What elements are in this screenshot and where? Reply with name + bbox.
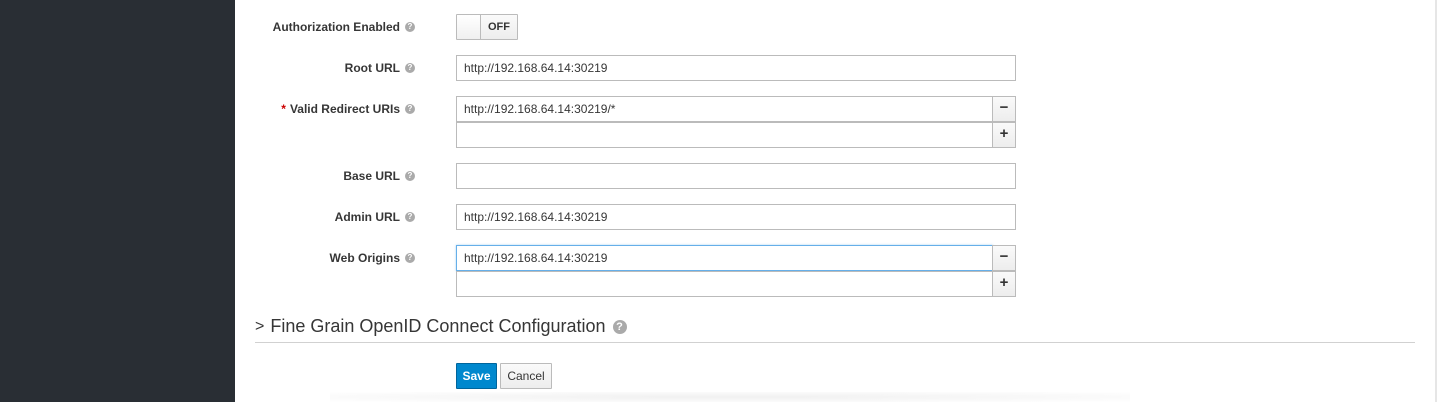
question-circle-icon[interactable]: ? (405, 212, 415, 222)
section-divider (255, 342, 1415, 343)
web-origins-label: Web Origins (329, 251, 400, 265)
redirect-uris-row-2: + (235, 122, 1435, 148)
question-circle-icon[interactable]: ? (405, 22, 415, 32)
cancel-button[interactable]: Cancel (500, 363, 552, 389)
remove-web-origin-button[interactable]: − (992, 245, 1016, 271)
authorization-label-wrap: Authorization Enabled ? (273, 20, 415, 34)
authorization-toggle[interactable]: OFF (456, 14, 518, 40)
admin-url-input[interactable]: http://192.168.64.14:30219 (456, 204, 1016, 230)
authorization-label: Authorization Enabled (272, 20, 400, 34)
base-url-label-wrap: Base URL ? (343, 169, 415, 183)
question-circle-icon[interactable]: ? (405, 104, 415, 114)
base-url-input[interactable] (456, 163, 1016, 189)
root-url-label: Root URL (344, 61, 400, 75)
admin-url-label-wrap: Admin URL ? (335, 210, 415, 224)
question-circle-icon[interactable]: ? (405, 63, 415, 73)
question-circle-icon[interactable]: ? (612, 319, 627, 334)
save-button[interactable]: Save (456, 363, 497, 389)
authorization-row: Authorization Enabled ? OFF (235, 14, 1435, 40)
chevron-right-icon[interactable]: > (255, 318, 264, 336)
add-redirect-uri-button[interactable]: + (992, 122, 1016, 148)
redirect-uris-label: Valid Redirect URIs (289, 102, 400, 116)
redirect-uris-row: * Valid Redirect URIs ? http://192.168.6… (235, 96, 1435, 122)
fine-grain-section-header[interactable]: > Fine Grain OpenID Connect Configuratio… (255, 316, 627, 337)
web-origin-input-2[interactable] (456, 271, 993, 297)
web-origins-row-2: + (235, 271, 1435, 297)
admin-url-row: Admin URL ? http://192.168.64.14:30219 (235, 204, 1435, 230)
root-url-row: Root URL ? http://192.168.64.14:30219 (235, 55, 1435, 81)
redirect-uri-input-2[interactable] (456, 122, 993, 148)
remove-redirect-uri-button[interactable]: − (992, 96, 1016, 122)
base-url-row: Base URL ? (235, 163, 1435, 189)
root-url-input[interactable]: http://192.168.64.14:30219 (456, 55, 1016, 81)
toggle-state-text: OFF (488, 21, 510, 33)
web-origins-row: Web Origins ? http://192.168.64.14:30219… (235, 245, 1435, 271)
redirect-uri-input-1[interactable]: http://192.168.64.14:30219/* (456, 96, 993, 122)
base-url-label: Base URL (343, 169, 400, 183)
admin-url-label: Admin URL (334, 210, 400, 224)
sidebar (0, 0, 235, 402)
root-url-label-wrap: Root URL ? (345, 61, 415, 75)
question-circle-icon[interactable]: ? (405, 171, 415, 181)
bottom-shadow (330, 392, 1130, 402)
add-web-origin-button[interactable]: + (992, 271, 1016, 297)
section-title[interactable]: Fine Grain OpenID Connect Configuration (270, 316, 605, 337)
question-circle-icon[interactable]: ? (405, 253, 415, 263)
required-marker: * (281, 102, 286, 116)
toggle-knob (457, 15, 481, 39)
web-origin-input-1[interactable]: http://192.168.64.14:30219 (456, 245, 993, 271)
web-origins-label-wrap: Web Origins ? (330, 251, 415, 265)
redirect-uris-label-wrap: * Valid Redirect URIs ? (281, 102, 415, 116)
